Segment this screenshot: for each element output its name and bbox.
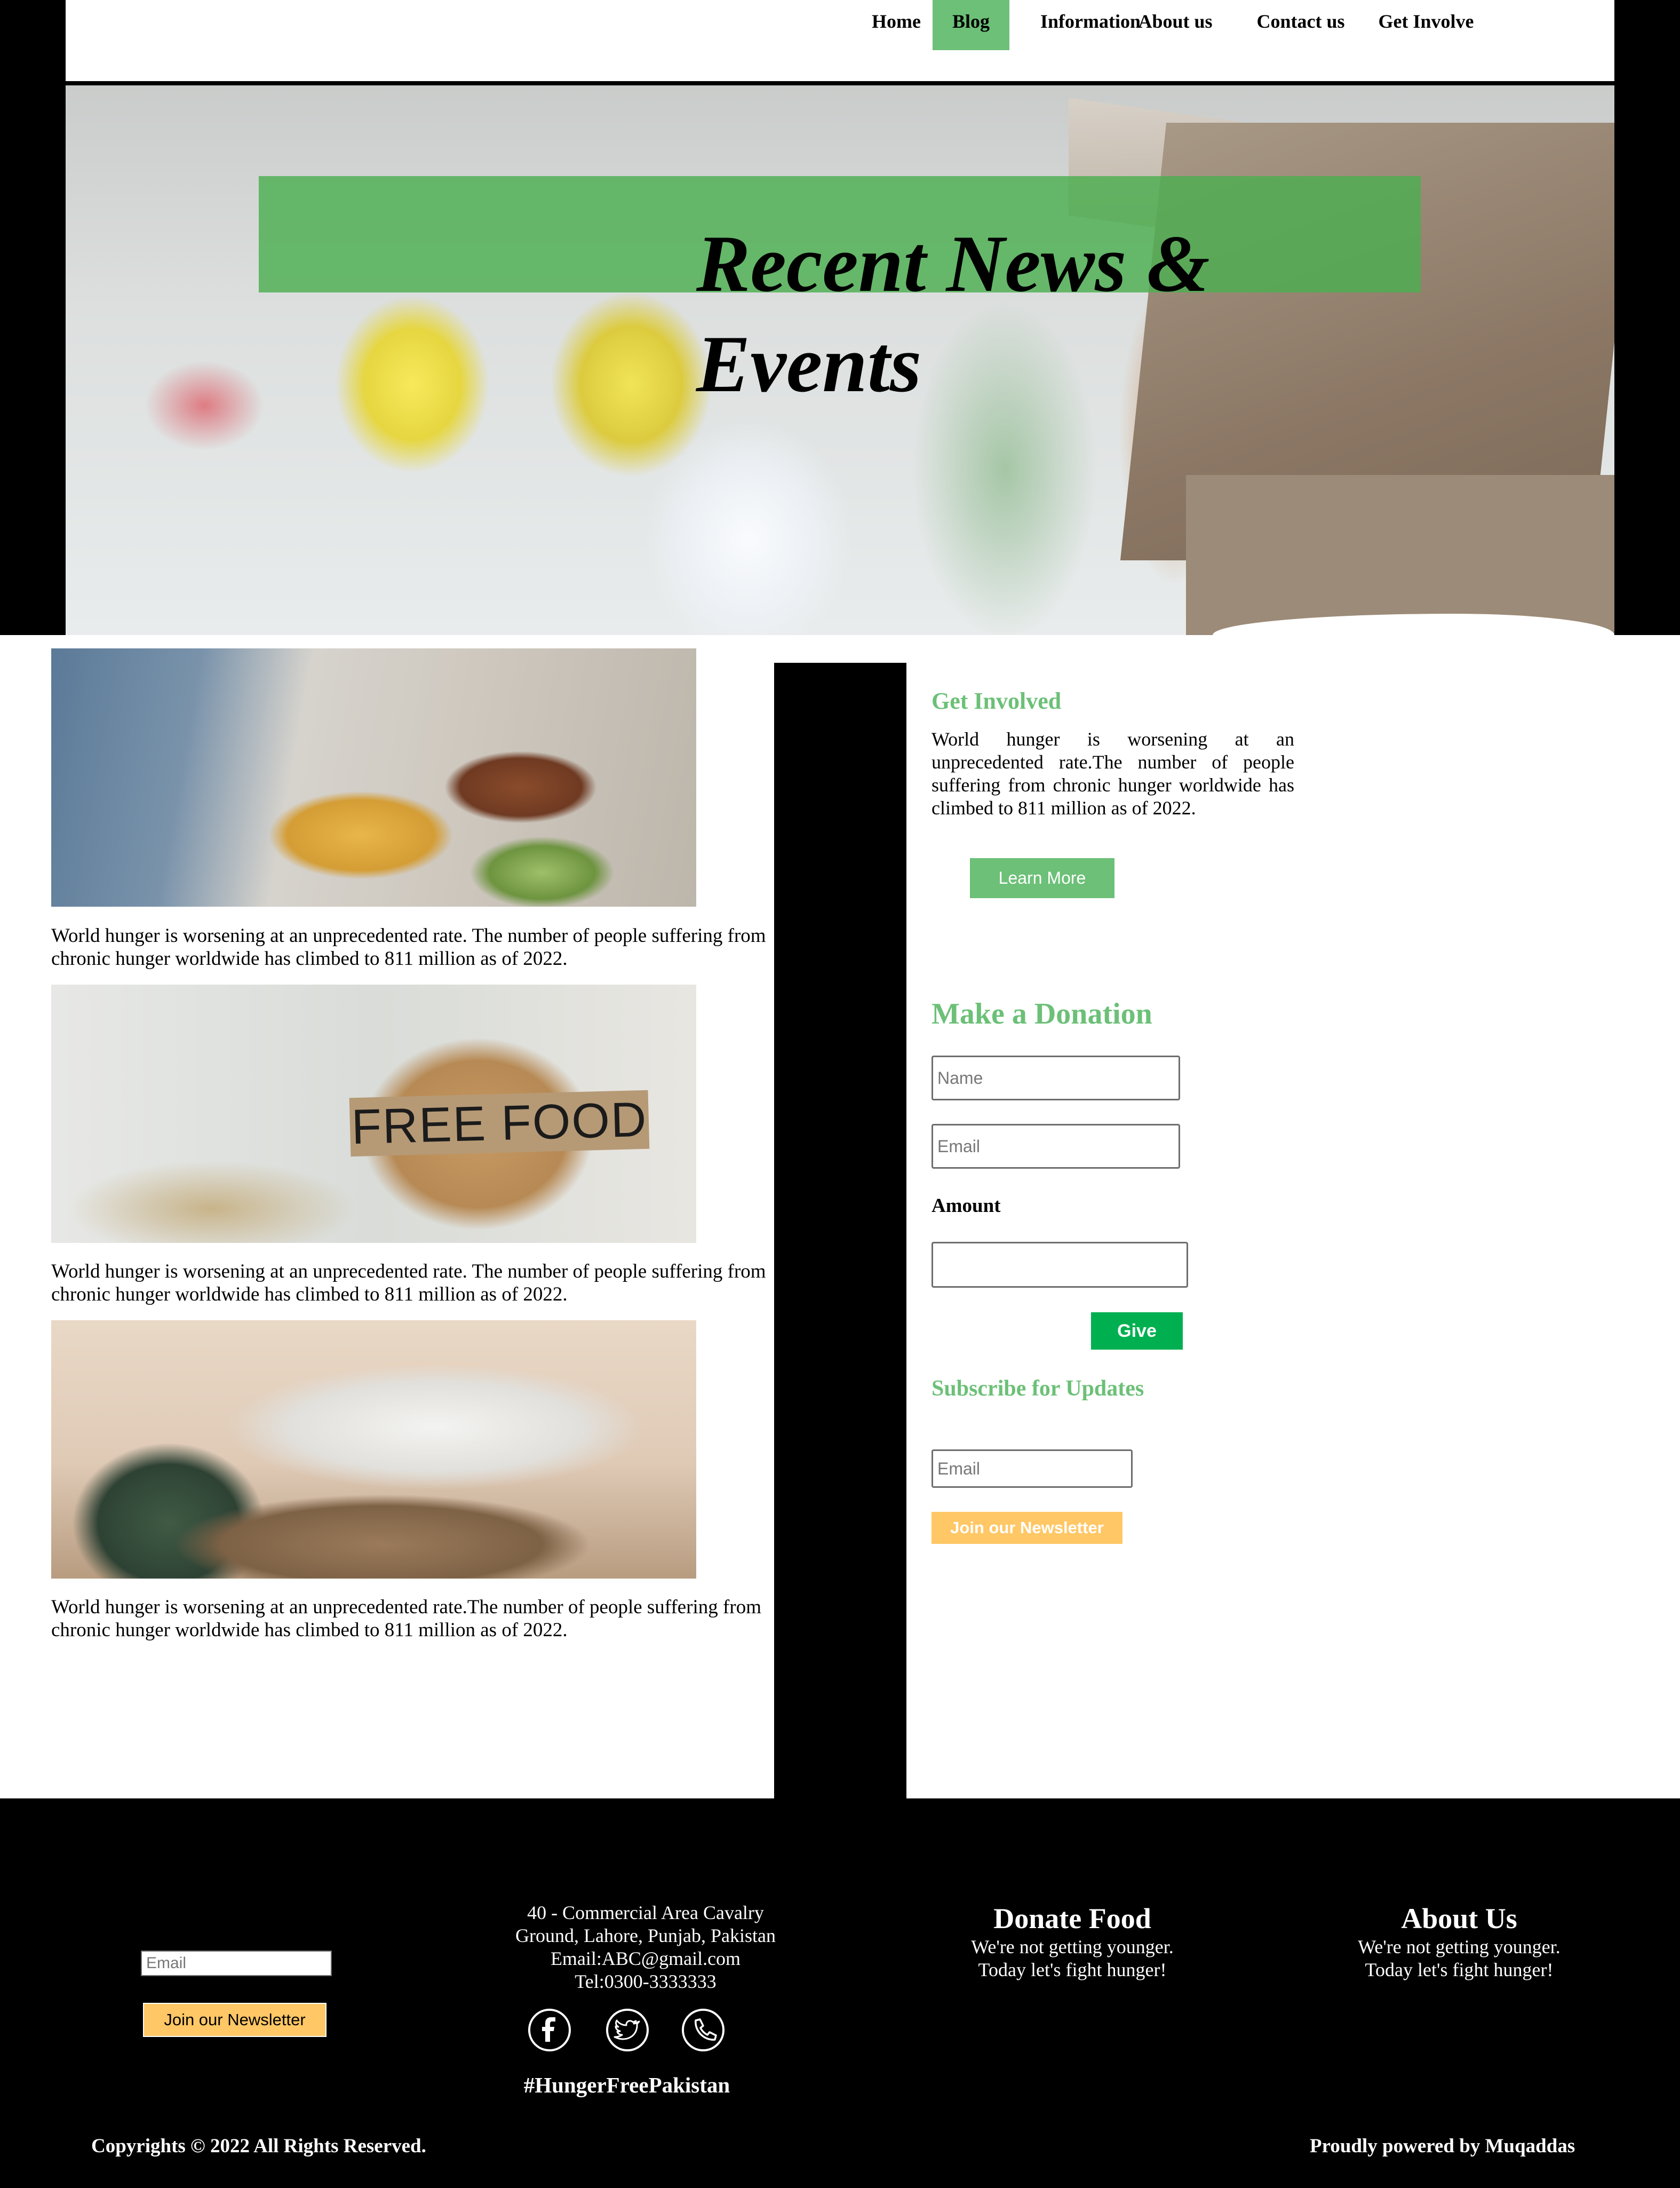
nav-blog[interactable]: Blog	[933, 0, 1009, 50]
get-involved-heading: Get Involved	[931, 688, 1062, 714]
sidebar-newsletter-button[interactable]: Join our Newsletter	[931, 1512, 1122, 1544]
twitter-glyph	[614, 2019, 640, 2040]
twitter-icon[interactable]	[606, 2009, 649, 2051]
post-caption-2: World hunger is worsening at an unpreced…	[51, 1261, 766, 1305]
donate-title: Donate Food	[993, 1902, 1151, 1935]
post-caption-3: World hunger is worsening at an unpreced…	[51, 1596, 761, 1641]
donate-line1: We're not getting younger.	[971, 1936, 1174, 1957]
footer-address: 40 - Commercial Area Cavalry Ground, Lah…	[480, 1901, 811, 1993]
footer-about: About Us We're not getting younger. Toda…	[1315, 1901, 1603, 1981]
hero-title-line1: Recent News &	[696, 219, 1210, 308]
post-image-2: FREE FOOD	[51, 985, 696, 1243]
address-email[interactable]: Email:ABC@gmail.com	[480, 1947, 811, 1970]
post-image-3	[51, 1320, 696, 1579]
address-line2: Ground, Lahore, Punjab, Pakistan	[515, 1925, 776, 1946]
torn-paper-strip	[774, 635, 906, 663]
hero-title-line2: Events	[696, 319, 922, 409]
footer-donate: Donate Food We're not getting younger. T…	[928, 1901, 1216, 1981]
post-image-1	[51, 648, 696, 907]
address-phone: Tel:0300-3333333	[575, 1971, 716, 1992]
top-navigation: Home Blog Information About us Contact u…	[66, 0, 1614, 81]
about-title: About Us	[1401, 1902, 1517, 1935]
about-line1: We're not getting younger.	[1358, 1936, 1560, 1957]
about-line2: Today let's fight hunger!	[1365, 1959, 1554, 1980]
nav-contact-us[interactable]: Contact us	[1234, 0, 1367, 50]
phone-glyph	[695, 2018, 717, 2041]
give-button[interactable]: Give	[1091, 1312, 1183, 1350]
footer-hashtag: #HungerFreePakistan	[523, 2073, 730, 2097]
subscribe-email-input[interactable]	[931, 1449, 1133, 1488]
subscribe-heading: Subscribe for Updates	[931, 1376, 1144, 1401]
nav-get-involve[interactable]: Get Involve	[1357, 0, 1495, 50]
facebook-icon[interactable]	[528, 2009, 571, 2051]
donation-email-input[interactable]	[931, 1124, 1180, 1169]
donation-heading: Make a Donation	[931, 997, 1152, 1030]
footer-email-input[interactable]	[141, 1951, 332, 1976]
footer-newsletter-button[interactable]: Join our Newsletter	[143, 2003, 327, 2037]
phone-icon[interactable]	[682, 2009, 724, 2051]
amount-input[interactable]	[931, 1242, 1188, 1288]
donation-name-input[interactable]	[931, 1056, 1180, 1100]
nav-home[interactable]: Home	[851, 0, 942, 50]
copyright-text: Copyrights © 2022 All Rights Reserved.	[91, 2135, 426, 2157]
get-involved-text: World hunger is worsening at an unpreced…	[931, 728, 1294, 819]
nav-divider	[66, 81, 1614, 85]
post-caption-1: World hunger is worsening at an unpreced…	[51, 925, 766, 970]
hero-cardboard-box-lower	[1186, 475, 1614, 635]
free-food-sign: FREE FOOD	[349, 1090, 650, 1157]
learn-more-button[interactable]: Learn More	[970, 858, 1114, 898]
facebook-glyph	[542, 2017, 555, 2042]
nav-about-us[interactable]: About us	[1114, 0, 1237, 50]
donate-line2: Today let's fight hunger!	[978, 1959, 1167, 1980]
powered-by-text: Proudly powered by Muqaddas	[1310, 2135, 1575, 2157]
address-line1: 40 - Commercial Area Cavalry	[527, 1902, 764, 1923]
amount-label: Amount	[931, 1195, 1001, 1217]
hero-title: Recent News & Events	[696, 213, 1283, 414]
